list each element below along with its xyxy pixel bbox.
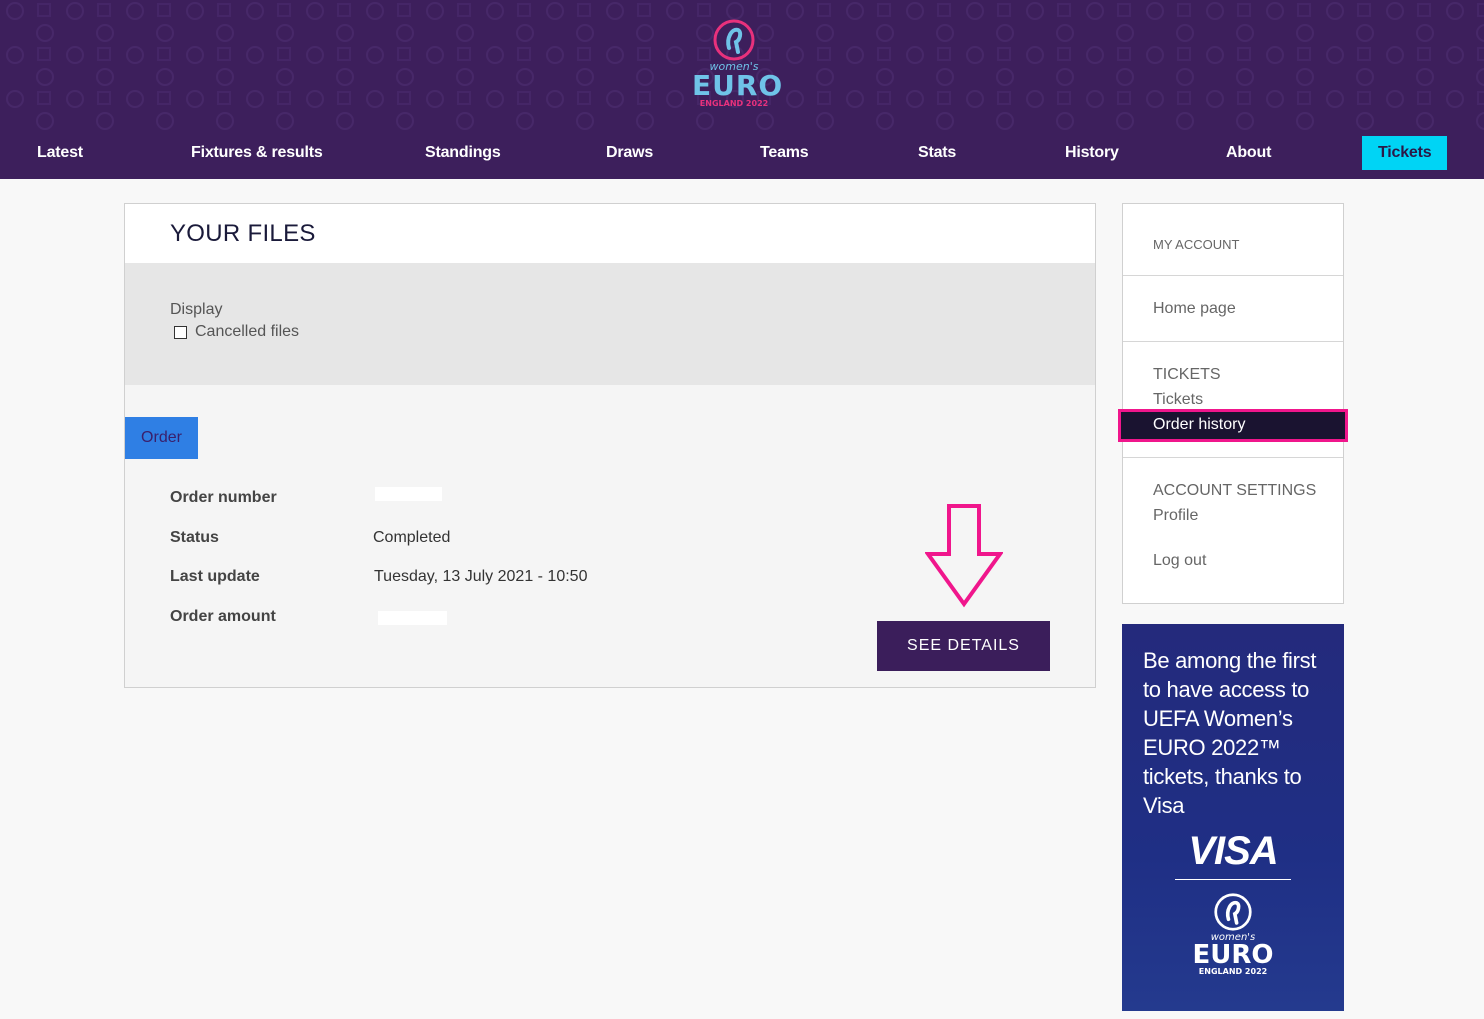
- redacted-order-number: [375, 487, 442, 501]
- nav-fixtures-results[interactable]: Fixtures & results: [191, 136, 323, 170]
- tab-order[interactable]: Order: [125, 417, 198, 459]
- ad-logo-england-text: ENGLAND 2022: [1198, 967, 1268, 976]
- sidebar-item-tickets[interactable]: Tickets: [1153, 391, 1203, 409]
- trophy-emblem-icon: [1214, 893, 1252, 931]
- nav-about[interactable]: About: [1226, 136, 1271, 170]
- display-filter: Display Cancelled files: [125, 263, 1095, 385]
- order-number-label: Order number: [170, 489, 277, 506]
- your-files-panel: YOUR FILES Display Cancelled files Order…: [124, 203, 1096, 688]
- nav-tickets-button[interactable]: Tickets: [1362, 136, 1448, 170]
- cancelled-files-label: Cancelled files: [195, 323, 300, 340]
- sidebar-item-home-page[interactable]: Home page: [1153, 300, 1236, 318]
- sidebar-item-profile[interactable]: Profile: [1153, 507, 1198, 525]
- status-label: Status: [170, 529, 219, 546]
- ad-euro-logo: women's EURO ENGLAND 2022: [1192, 892, 1274, 976]
- sidebar-item-order-history[interactable]: Order history: [1118, 409, 1348, 442]
- my-account-section: MY ACCOUNT: [1123, 204, 1343, 276]
- status-value: Completed: [373, 529, 451, 546]
- account-settings-heading: ACCOUNT SETTINGS: [1153, 482, 1317, 499]
- home-section: Home page: [1123, 276, 1343, 342]
- account-sidebar: MY ACCOUNT Home page TICKETS Tickets Ord…: [1118, 203, 1348, 604]
- last-update-label: Last update: [170, 568, 260, 585]
- tickets-heading: TICKETS: [1153, 366, 1221, 383]
- nav-standings[interactable]: Standings: [425, 136, 501, 170]
- my-account-heading: MY ACCOUNT: [1153, 237, 1240, 252]
- site-header: women's EURO ENGLAND 2022 Latest Fixture…: [0, 0, 1484, 179]
- ad-text: Be among the first to have access to UEF…: [1143, 648, 1317, 818]
- cancelled-files-checkbox[interactable]: [174, 325, 187, 339]
- order-history-label: Order history: [1153, 416, 1246, 433]
- nav-teams[interactable]: Teams: [760, 136, 809, 170]
- redacted-order-amount: [378, 611, 447, 625]
- down-arrow-annotation-icon: [925, 504, 1003, 608]
- nav-history[interactable]: History: [1065, 136, 1119, 170]
- ad-divider: [1175, 879, 1291, 880]
- order-amount-label: Order amount: [170, 608, 276, 625]
- nav-stats[interactable]: Stats: [918, 136, 956, 170]
- sidebar-item-log-out[interactable]: Log out: [1153, 552, 1206, 570]
- nav-latest[interactable]: Latest: [37, 136, 83, 170]
- page-title: YOUR FILES: [170, 220, 316, 247]
- logo-england-text: ENGLAND 2022: [699, 99, 769, 108]
- main-nav: Latest Fixtures & results Standings Draw…: [0, 136, 1484, 170]
- ad-logo-euro-text: EURO: [1192, 940, 1274, 970]
- display-label: Display: [170, 301, 223, 318]
- last-update-value: Tuesday, 13 July 2021 - 10:50: [374, 568, 588, 585]
- nav-draws[interactable]: Draws: [606, 136, 653, 170]
- visa-ad-banner[interactable]: Be among the first to have access to UEF…: [1122, 624, 1344, 1011]
- see-details-button[interactable]: SEE DETAILS: [877, 621, 1050, 671]
- logo-euro-text: EURO: [692, 69, 784, 102]
- panel-title-bar: YOUR FILES: [125, 204, 1095, 263]
- account-settings-section: ACCOUNT SETTINGS Profile Log out: [1123, 458, 1343, 603]
- trophy-emblem-icon: [713, 19, 755, 61]
- euro-logo[interactable]: women's EURO ENGLAND 2022: [692, 18, 784, 122]
- cancelled-files-toggle[interactable]: Cancelled files: [174, 323, 299, 341]
- visa-logo: VISA: [1188, 829, 1278, 873]
